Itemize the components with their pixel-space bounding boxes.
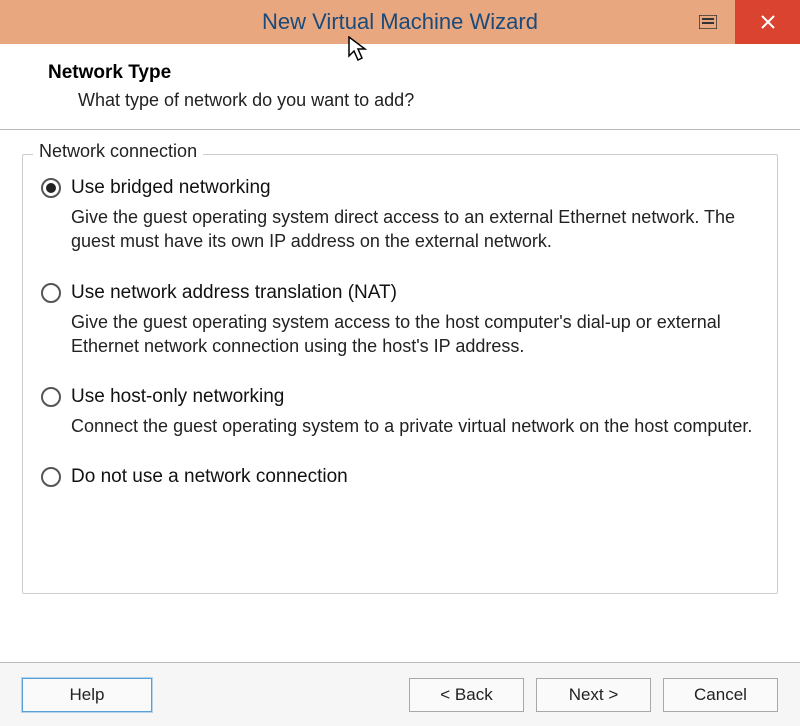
option-bridged-desc: Give the guest operating system direct a… — [71, 205, 759, 254]
cancel-button[interactable]: Cancel — [663, 678, 778, 712]
radio-nat[interactable] — [41, 283, 61, 303]
next-button[interactable]: Next > — [536, 678, 651, 712]
page-subtitle: What type of network do you want to add? — [78, 90, 772, 111]
page-title: Network Type — [48, 62, 772, 84]
option-none: Do not use a network connection — [41, 466, 759, 488]
option-bridged: Use bridged networking Give the guest op… — [41, 177, 759, 254]
close-button[interactable] — [735, 0, 800, 44]
option-hostonly-desc: Connect the guest operating system to a … — [71, 414, 759, 438]
option-hostonly: Use host-only networking Connect the gue… — [41, 386, 759, 438]
wizard-body: Network connection Use bridged networkin… — [0, 130, 800, 604]
option-none-label[interactable]: Do not use a network connection — [71, 466, 348, 488]
radio-none[interactable] — [41, 467, 61, 487]
network-connection-group: Network connection Use bridged networkin… — [22, 154, 778, 594]
back-button[interactable]: < Back — [409, 678, 524, 712]
option-nat-label[interactable]: Use network address translation (NAT) — [71, 282, 397, 304]
wizard-header: Network Type What type of network do you… — [0, 44, 800, 130]
wizard-footer: Help < Back Next > Cancel — [0, 662, 800, 726]
group-legend: Network connection — [33, 141, 203, 162]
titlebar-controls — [680, 0, 800, 44]
option-nat: Use network address translation (NAT) Gi… — [41, 282, 759, 359]
radio-bridged[interactable] — [41, 178, 61, 198]
option-nat-desc: Give the guest operating system access t… — [71, 310, 759, 359]
help-button[interactable]: Help — [22, 678, 152, 712]
titlebar: New Virtual Machine Wizard — [0, 0, 800, 44]
window-title: New Virtual Machine Wizard — [262, 9, 538, 35]
option-hostonly-label[interactable]: Use host-only networking — [71, 386, 284, 408]
window-menu-icon[interactable] — [680, 0, 735, 44]
radio-hostonly[interactable] — [41, 387, 61, 407]
option-bridged-label[interactable]: Use bridged networking — [71, 177, 271, 199]
